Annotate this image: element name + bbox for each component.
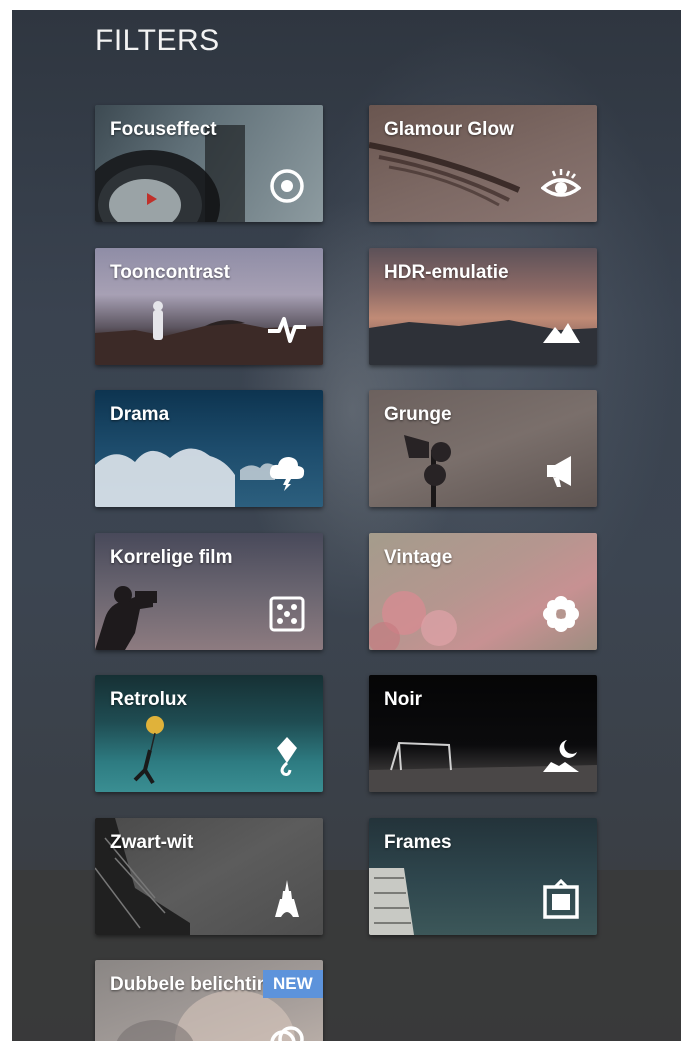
filter-tile-grunge[interactable]: Grunge xyxy=(369,390,597,507)
filter-tile-frames[interactable]: Frames xyxy=(369,818,597,935)
double-exposure-icon xyxy=(267,1021,307,1041)
frame-icon xyxy=(541,879,581,919)
dice-icon xyxy=(267,594,307,634)
eiffel-tower-icon xyxy=(267,879,307,919)
filter-tile-hdr-emulatie[interactable]: HDR-emulatie xyxy=(369,248,597,365)
filter-tile-tooncontrast[interactable]: Tooncontrast xyxy=(95,248,323,365)
filter-label: Vintage xyxy=(384,547,453,568)
filter-tile-korrelige-film[interactable]: Korrelige film xyxy=(95,533,323,650)
flower-icon xyxy=(541,594,581,634)
filter-tile-vintage[interactable]: Vintage xyxy=(369,533,597,650)
filter-label: Retrolux xyxy=(110,689,188,710)
storm-cloud-icon xyxy=(267,451,307,491)
filter-label: Grunge xyxy=(384,404,452,425)
filter-label: Korrelige film xyxy=(110,547,233,568)
moon-landscape-icon xyxy=(541,736,581,776)
filter-tile-dubbele-belichting[interactable]: Dubbele belichting NEW xyxy=(95,960,323,1041)
filter-tile-glamour-glow[interactable]: Glamour Glow xyxy=(369,105,597,222)
filter-label: Dubbele belichting xyxy=(110,974,280,995)
filter-label: Frames xyxy=(384,832,452,853)
filter-label: Drama xyxy=(110,404,170,425)
megaphone-icon xyxy=(541,451,581,491)
filter-tile-drama[interactable]: Drama xyxy=(95,390,323,507)
filters-screen: FILTERS Focuseffect Glamour Glow Tooncon… xyxy=(12,10,681,1041)
filter-label: Focuseffect xyxy=(110,119,217,140)
filter-tile-noir[interactable]: Noir xyxy=(369,675,597,792)
filter-tile-zwart-wit[interactable]: Zwart-wit xyxy=(95,818,323,935)
filter-label: Zwart-wit xyxy=(110,832,194,853)
pulse-icon xyxy=(267,309,307,349)
focus-target-icon xyxy=(267,166,307,206)
filter-tile-focuseffect[interactable]: Focuseffect xyxy=(95,105,323,222)
page-title: FILTERS xyxy=(95,24,220,57)
eye-icon xyxy=(541,166,581,206)
filter-label: Tooncontrast xyxy=(110,262,230,283)
filter-label: HDR-emulatie xyxy=(384,262,509,283)
filter-label: Noir xyxy=(384,689,422,710)
new-badge: NEW xyxy=(263,970,323,998)
filter-label: Glamour Glow xyxy=(384,119,514,140)
kite-icon xyxy=(267,736,307,776)
mountains-icon xyxy=(541,309,581,349)
filter-tile-retrolux[interactable]: Retrolux xyxy=(95,675,323,792)
